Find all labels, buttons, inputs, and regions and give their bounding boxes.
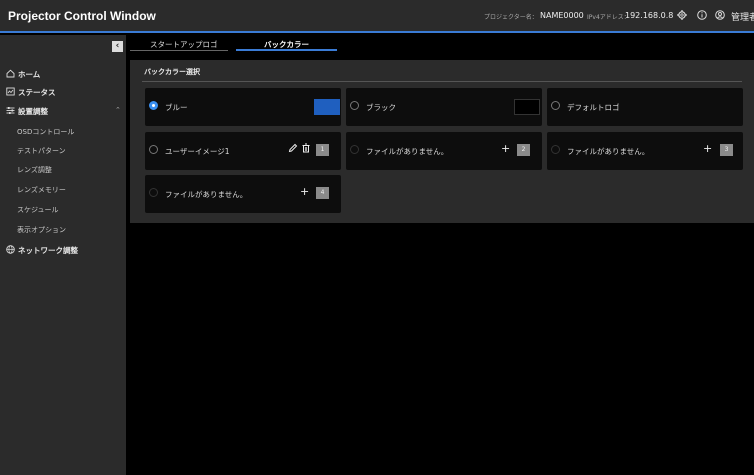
pencil-icon[interactable] bbox=[288, 143, 298, 155]
user-name[interactable]: 管理者 bbox=[731, 10, 754, 23]
sidebar-subitem-display-options[interactable]: 表示オプション bbox=[17, 225, 66, 235]
home-icon bbox=[6, 69, 15, 78]
radio-button bbox=[149, 188, 158, 197]
radio-button[interactable] bbox=[149, 145, 158, 154]
option-label: ファイルがありません。 bbox=[567, 147, 650, 156]
sidebar-subitem-test-pattern[interactable]: テストパターン bbox=[17, 146, 66, 156]
projector-name: NAME0000 bbox=[540, 11, 584, 20]
option-label: ユーザーイメージ1 bbox=[165, 147, 230, 156]
tab-bar: スタートアップロゴ バックカラー bbox=[130, 35, 754, 54]
gear-icon[interactable] bbox=[677, 10, 687, 20]
ip-label: IPv4アドレス： bbox=[587, 14, 630, 21]
tab-active-indicator bbox=[236, 49, 337, 51]
sidebar-item-label: ネットワーク調整 bbox=[18, 246, 78, 255]
slot-number: 1 bbox=[316, 144, 329, 156]
chevron-left-icon[interactable]: ‹ bbox=[112, 41, 123, 52]
add-icon[interactable]: + bbox=[703, 142, 712, 155]
color-swatch-black bbox=[514, 99, 540, 115]
divider bbox=[142, 81, 742, 82]
info-icon[interactable] bbox=[697, 10, 707, 20]
radio-button[interactable] bbox=[350, 101, 359, 110]
radio-button[interactable] bbox=[551, 101, 560, 110]
back-color-panel: バックカラー選択 ブルー ブラック デフォルトロゴ ユーザーイメージ1 1 ファ… bbox=[130, 60, 754, 223]
slot-number: 3 bbox=[720, 144, 733, 156]
trash-icon[interactable] bbox=[301, 143, 311, 155]
user-icon[interactable] bbox=[715, 10, 725, 20]
ip-address: 192.168.0.8 bbox=[625, 11, 674, 20]
slot-number: 4 bbox=[316, 187, 329, 199]
sidebar-item-label: ステータス bbox=[18, 88, 56, 97]
option-label: ブルー bbox=[165, 103, 188, 112]
tab-underline bbox=[130, 50, 228, 51]
option-default-logo[interactable]: デフォルトロゴ bbox=[547, 88, 743, 126]
sidebar-item-label: ホーム bbox=[18, 70, 41, 79]
slot-number: 2 bbox=[517, 144, 530, 156]
option-user-image-1[interactable]: ユーザーイメージ1 1 bbox=[145, 132, 341, 170]
option-label: ファイルがありません。 bbox=[165, 190, 248, 199]
sidebar-subitem-lens-memory[interactable]: レンズメモリー bbox=[17, 185, 66, 195]
color-swatch-blue bbox=[314, 99, 340, 115]
app-title: Projector Control Window bbox=[8, 9, 156, 23]
option-blue[interactable]: ブルー bbox=[145, 88, 341, 126]
tab-startup-logo[interactable]: スタートアップロゴ bbox=[150, 39, 218, 50]
panel-title: バックカラー選択 bbox=[144, 68, 200, 76]
sidebar-subitem-schedule[interactable]: スケジュール bbox=[17, 205, 59, 215]
radio-button bbox=[350, 145, 359, 154]
chevron-up-icon[interactable]: ⌃ bbox=[115, 106, 121, 114]
sidebar-subitem-osd[interactable]: OSDコントロール bbox=[17, 127, 74, 137]
option-slot-3[interactable]: ファイルがありません。 + 3 bbox=[547, 132, 743, 170]
sidebar-item-label: 設置調整 bbox=[18, 107, 48, 116]
sidebar-subitem-lens-adjust[interactable]: レンズ調整 bbox=[17, 165, 52, 175]
status-icon bbox=[6, 87, 15, 96]
add-icon[interactable]: + bbox=[501, 142, 510, 155]
sliders-icon bbox=[6, 107, 15, 114]
option-label: ブラック bbox=[366, 103, 396, 112]
option-label: ファイルがありません。 bbox=[366, 147, 449, 156]
radio-button[interactable] bbox=[149, 101, 158, 110]
option-slot-4[interactable]: ファイルがありません。 + 4 bbox=[145, 175, 341, 213]
option-black[interactable]: ブラック bbox=[346, 88, 542, 126]
add-icon[interactable]: + bbox=[300, 185, 309, 198]
sidebar: ‹ ホーム ステータス 設置調整 ⌃ OSDコントロール テストパターン レンズ… bbox=[0, 35, 126, 475]
top-bar: Projector Control Window プロジェクター名： NAME0… bbox=[0, 0, 754, 33]
radio-button bbox=[551, 145, 560, 154]
option-label: デフォルトロゴ bbox=[567, 103, 620, 112]
option-slot-2[interactable]: ファイルがありません。 + 2 bbox=[346, 132, 542, 170]
projector-name-label: プロジェクター名： bbox=[484, 14, 538, 21]
globe-icon bbox=[6, 245, 15, 254]
